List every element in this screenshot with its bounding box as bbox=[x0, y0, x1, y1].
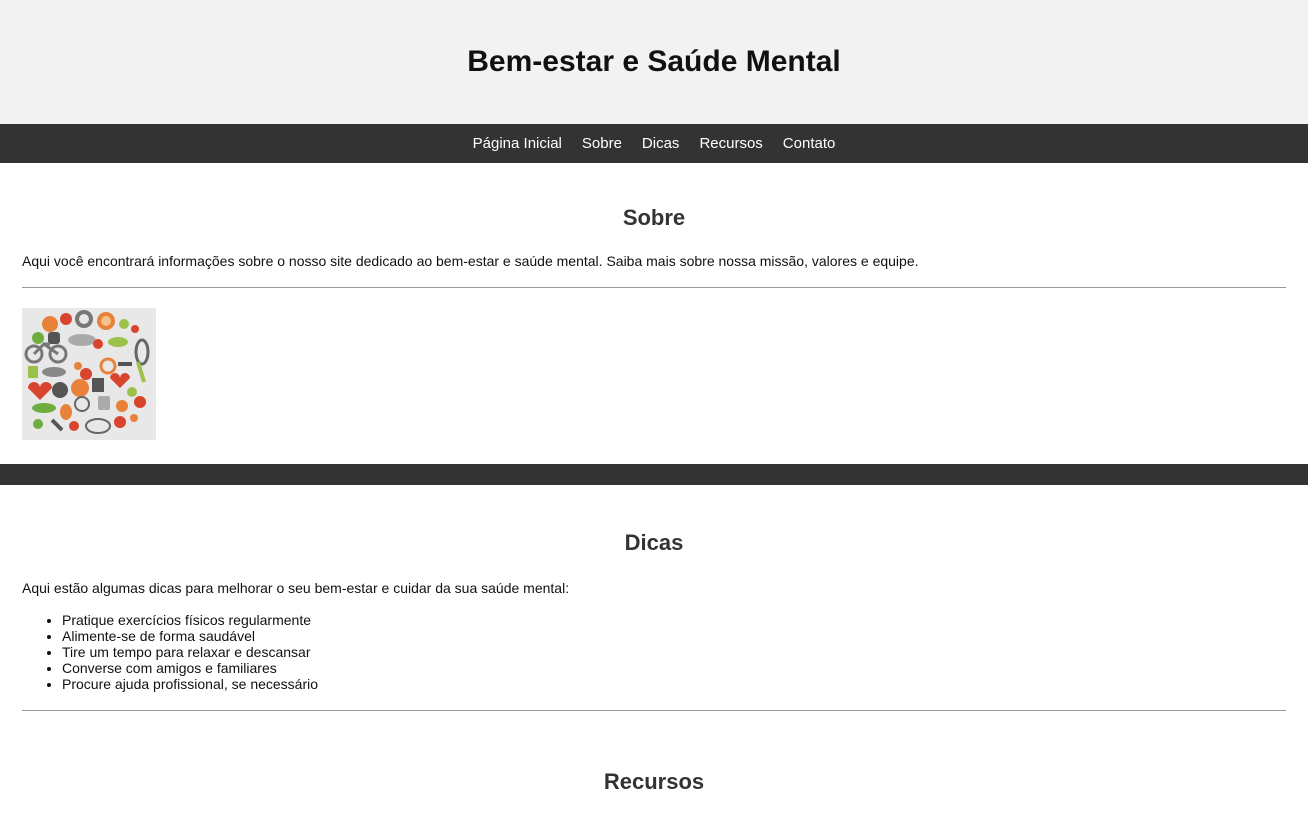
main-nav: Página Inicial Sobre Dicas Recursos Cont… bbox=[0, 124, 1308, 163]
health-icons-collage-image bbox=[22, 308, 156, 440]
nav-link-contato[interactable]: Contato bbox=[783, 135, 836, 152]
site-title: Bem-estar e Saúde Mental bbox=[467, 45, 841, 78]
tip-item: Tire um tempo para relaxar e descansar bbox=[62, 644, 1286, 660]
recursos-heading: Recursos bbox=[603, 769, 705, 794]
tip-item: Alimente-se de forma saudável bbox=[62, 628, 1286, 644]
tips-list: Pratique exercícios físicos regularmente… bbox=[22, 612, 1286, 692]
tip-item: Procure ajuda profissional, se necessári… bbox=[62, 676, 1286, 692]
nav-link-pagina-inicial[interactable]: Página Inicial bbox=[473, 135, 562, 152]
nav-link-sobre[interactable]: Sobre bbox=[582, 135, 622, 152]
nav-link-dicas[interactable]: Dicas bbox=[642, 135, 680, 152]
sobre-text: Aqui você encontrará informações sobre o… bbox=[22, 253, 919, 269]
dicas-section: Dicas Aqui estão algumas dicas para melh… bbox=[0, 485, 1308, 711]
nav-link-recursos[interactable]: Recursos bbox=[699, 135, 762, 152]
tip-item: Converse com amigos e familiares bbox=[62, 660, 1286, 676]
tip-item: Pratique exercícios físicos regularmente bbox=[62, 612, 1286, 628]
dicas-intro: Aqui estão algumas dicas para melhorar o… bbox=[22, 580, 570, 596]
sobre-section: Sobre Aqui você encontrará informações s… bbox=[0, 163, 1308, 440]
site-header: Bem-estar e Saúde Mental bbox=[0, 0, 1308, 124]
dicas-heading: Dicas bbox=[624, 530, 684, 555]
sobre-heading: Sobre bbox=[622, 205, 686, 230]
sobre-divider bbox=[22, 287, 1286, 288]
recursos-section: Recursos bbox=[0, 711, 1308, 795]
section-band bbox=[0, 464, 1308, 485]
